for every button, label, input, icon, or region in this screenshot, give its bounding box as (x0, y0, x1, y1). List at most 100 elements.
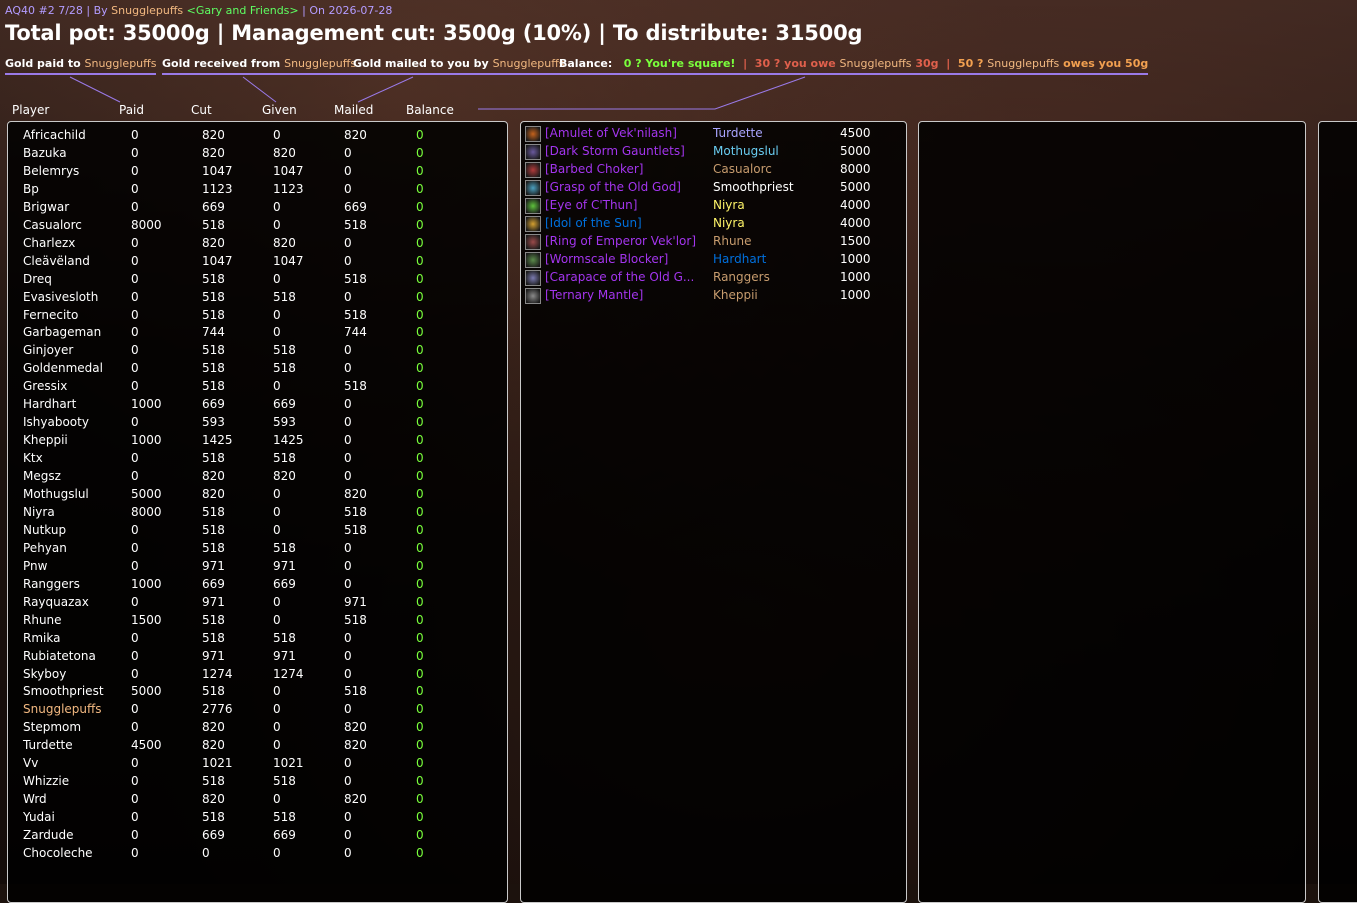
given-value: 1123 (273, 181, 304, 196)
mailed-value: 0 (344, 397, 352, 412)
item-link[interactable]: [Idol of the Sun] (545, 216, 642, 230)
cut-value: 820 (202, 145, 225, 160)
mailed-value: 820 (344, 487, 367, 501)
cut-value: 518 (202, 684, 225, 699)
item-link[interactable]: [Barbed Choker] (545, 162, 643, 176)
carapace-icon[interactable] (525, 270, 541, 286)
player-name: Hardhart (23, 397, 77, 412)
paid-value: 0 (131, 199, 139, 214)
mailed-value: 0 (344, 828, 352, 843)
balance-value: 0 (416, 361, 424, 376)
legend-balance: Balance: 0 ? You're square! | 30 ? you o… (559, 57, 1149, 75)
paid-value: 0 (131, 810, 139, 825)
shield-icon[interactable] (525, 252, 541, 268)
cut-value: 518 (202, 540, 225, 555)
mantle-icon[interactable] (525, 288, 541, 304)
balance-value: 0 (416, 810, 424, 825)
item-link[interactable]: [Eye of C'Thun] (545, 198, 637, 212)
column-header-player[interactable]: Player (12, 103, 49, 117)
loot-panel[interactable]: [Amulet of Vek'nilash] Turdette 4500 [Dark … (520, 121, 907, 903)
paid-value: 0 (131, 666, 139, 681)
player-name: Turdette (23, 738, 73, 753)
cut-value: 593 (202, 415, 225, 430)
guild-name: <Gary and Friends> (186, 4, 299, 17)
eye-icon[interactable] (525, 198, 541, 214)
item-link[interactable]: [Grasp of the Old God] (545, 180, 681, 194)
balance-value: 0 (416, 504, 424, 519)
legend-separator-1: | (743, 57, 748, 70)
paid-value: 0 (131, 774, 139, 789)
given-value: 1274 (273, 666, 304, 681)
item-link[interactable]: [Dark Storm Gauntlets] (545, 144, 685, 158)
given-value: 518 (273, 540, 296, 555)
balance-value: 0 (416, 181, 424, 196)
cut-value: 820 (202, 128, 225, 142)
column-header-given[interactable]: Given (262, 103, 297, 117)
mailed-value: 0 (344, 630, 352, 645)
balance-value: 0 (416, 558, 424, 573)
idol-icon[interactable] (525, 216, 541, 232)
player-name: Charlezx (23, 235, 76, 250)
offscreen-panel[interactable] (1318, 121, 1357, 903)
column-header-mailed[interactable]: Mailed (334, 103, 373, 117)
mailed-value: 0 (344, 846, 352, 860)
balance-value: 0 (416, 540, 424, 555)
paid-value: 0 (131, 271, 139, 286)
legend-received-label: Gold received from (162, 57, 285, 70)
cut-value: 669 (202, 828, 225, 843)
player-name: Ishyabooty (23, 415, 89, 430)
player-name: Dreq (23, 271, 52, 286)
item-link[interactable]: [Amulet of Vek'nilash] (545, 126, 677, 140)
cut-value: 1123 (202, 181, 233, 196)
column-header-balance[interactable]: Balance (406, 103, 454, 117)
player-name: Pehyan (23, 540, 67, 555)
balance-value: 0 (416, 379, 424, 394)
mailed-value: 820 (344, 738, 367, 753)
player-name: Cleävëland (23, 253, 90, 268)
balance-value: 0 (416, 325, 424, 340)
column-header-cut[interactable]: Cut (191, 103, 212, 117)
player-name: Ranggers (23, 576, 80, 591)
gauntlets-icon[interactable] (525, 144, 541, 160)
mailed-value: 0 (344, 235, 352, 250)
mailed-value: 518 (344, 504, 367, 519)
player-name: Evasivesloth (23, 289, 99, 304)
player-name: Mothugslul (23, 487, 89, 501)
item-price: 5000 (840, 180, 871, 194)
cut-value: 669 (202, 576, 225, 591)
paid-value: 0 (131, 469, 139, 484)
item-link[interactable]: [Ternary Mantle] (545, 288, 643, 302)
item-link[interactable]: [Ring of Emperor Vek'lor] (545, 234, 696, 248)
paid-value: 0 (131, 828, 139, 843)
players-panel[interactable]: Africachild 0 820 0 820 0 Bazuka 0 820 820 0 0 Belem… (7, 121, 508, 903)
player-name: Niyra (23, 504, 55, 519)
mailed-value: 0 (344, 181, 352, 196)
player-name: Megsz (23, 469, 61, 484)
item-link[interactable]: [Carapace of the Old G... (545, 270, 694, 284)
empty-panel[interactable] (918, 121, 1306, 903)
given-value: 518 (273, 774, 296, 789)
balance-value: 0 (416, 307, 424, 322)
balance-value: 0 (416, 576, 424, 591)
cut-value: 1274 (202, 666, 233, 681)
legend-received: Gold received from Snugglepuffs (162, 57, 357, 75)
ring-icon[interactable] (525, 234, 541, 250)
mailed-value: 820 (344, 720, 367, 735)
balance-value: 0 (416, 846, 424, 860)
given-value: 518 (273, 810, 296, 825)
player-name: Vv (23, 756, 39, 771)
player-name: Nutkup (23, 522, 67, 537)
paid-value: 0 (131, 630, 139, 645)
item-winner: Niyra (713, 198, 745, 212)
cut-value: 518 (202, 289, 225, 304)
amulet-icon[interactable] (525, 126, 541, 142)
mailed-value: 518 (344, 522, 367, 537)
column-header-paid[interactable]: Paid (119, 103, 144, 117)
choker-icon[interactable] (525, 162, 541, 178)
grasp-icon[interactable] (525, 180, 541, 196)
player-name: Bp (23, 181, 39, 196)
item-link[interactable]: [Wormscale Blocker] (545, 252, 668, 266)
mailed-value: 518 (344, 684, 367, 699)
balance-value: 0 (416, 738, 424, 753)
raid-date: | On 2026-07-28 (298, 4, 393, 17)
